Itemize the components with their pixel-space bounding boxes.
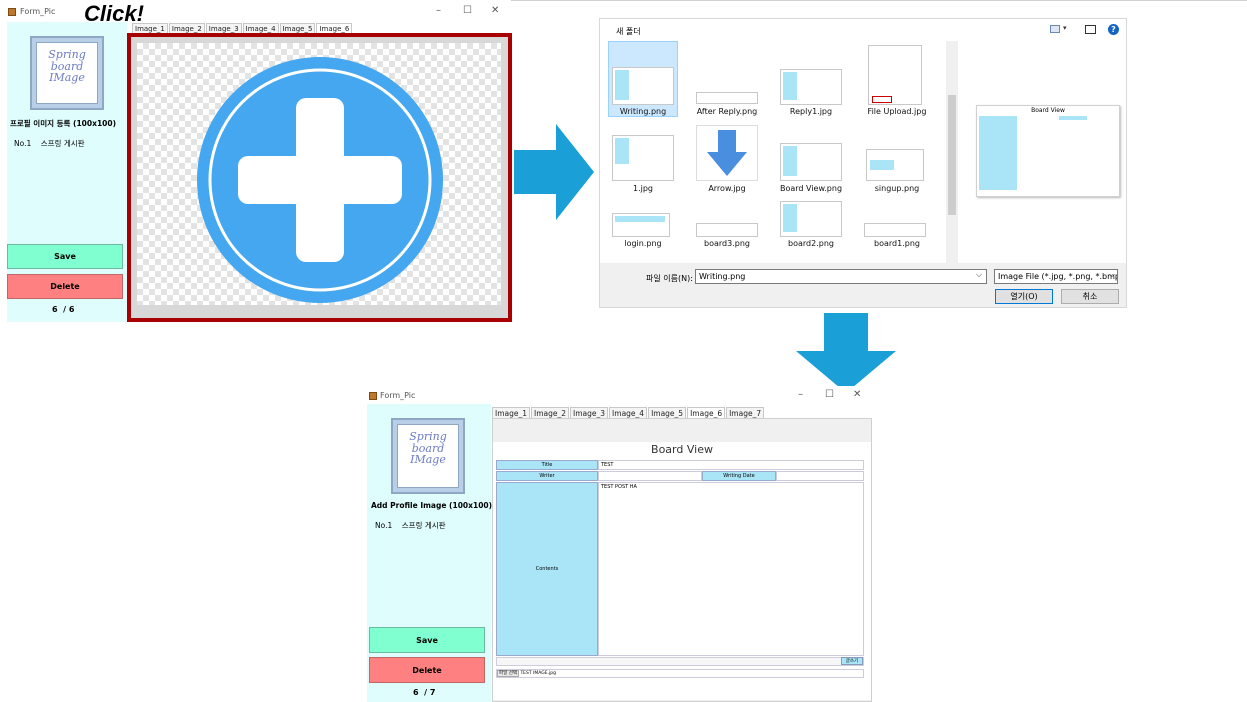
- file-name-reply1[interactable]: Reply1.jpg: [776, 107, 846, 116]
- logo-line-3: IMage: [49, 71, 85, 85]
- file-thumb-reply1[interactable]: [780, 69, 842, 105]
- profile-image: Spring board IMage: [30, 36, 104, 110]
- click-annotation: Click!: [84, 1, 144, 26]
- logo-line-3: IMage: [410, 453, 446, 467]
- close-icon[interactable]: ✕: [491, 5, 499, 16]
- writing-date-value: [776, 471, 864, 481]
- delete-button[interactable]: Delete: [7, 274, 123, 299]
- writing-date-label: Writing Date: [702, 471, 776, 481]
- new-folder-button[interactable]: 새 폴더: [616, 26, 641, 37]
- file-thumb-file-upload[interactable]: [868, 45, 922, 105]
- maximize-icon[interactable]: ☐: [463, 5, 472, 16]
- profile-label: 프로필 이미지 등록 (100x100): [10, 119, 117, 128]
- chevron-down-icon[interactable]: ▾: [1063, 24, 1067, 32]
- choose-file-button[interactable]: 파일 선택: [497, 670, 519, 677]
- file-name-board-view[interactable]: Board View.png: [776, 184, 846, 193]
- profile-image: Spring board IMage: [391, 418, 465, 494]
- page-counter: 6 / 6: [52, 305, 75, 314]
- board-view-title: Board View: [651, 443, 713, 456]
- info-line: No.1 스프링 게시판: [375, 521, 446, 530]
- help-icon[interactable]: ?: [1108, 24, 1119, 35]
- image-display-area[interactable]: Board View Title TEST Writer Writing Dat…: [492, 418, 872, 702]
- preview-title: Board View: [1031, 107, 1065, 114]
- file-name-board1[interactable]: board1.png: [862, 239, 932, 248]
- image-upload-area[interactable]: [127, 33, 512, 322]
- filename-label: 파일 이름(N):: [646, 274, 693, 283]
- file-name-board2[interactable]: board2.png: [776, 239, 846, 248]
- file-row: 파일 선택 TEST IMAGE.jpg: [496, 669, 864, 678]
- file-name-after-reply[interactable]: After Reply.png: [692, 107, 762, 116]
- file-name-arrow[interactable]: Arrow.jpg: [692, 184, 762, 193]
- file-thumb-after-reply[interactable]: [696, 92, 758, 104]
- preview-pane-icon[interactable]: [1085, 25, 1096, 34]
- file-name-writing[interactable]: Writing.png: [608, 107, 678, 116]
- window-title: Form_Pic: [20, 7, 56, 16]
- file-name-login[interactable]: login.png: [608, 239, 678, 248]
- plus-circle-icon[interactable]: [195, 55, 445, 305]
- file-name-board3[interactable]: board3.png: [692, 239, 762, 248]
- filter-dropdown-icon[interactable]: ⌵: [1109, 270, 1115, 280]
- arrow-down-icon: [796, 313, 896, 393]
- window-title: Form_Pic: [380, 391, 416, 400]
- file-thumb-arrow[interactable]: [696, 125, 758, 181]
- preview-sidebar: [979, 116, 1017, 190]
- file-name-1[interactable]: 1.jpg: [608, 184, 678, 193]
- writer-value: [598, 471, 702, 481]
- title-label: Title: [496, 460, 598, 470]
- title-value: TEST: [598, 460, 864, 470]
- minimize-icon[interactable]: –: [798, 389, 803, 400]
- content-value: TEST POST HA: [598, 482, 864, 656]
- save-button[interactable]: Save: [369, 627, 485, 653]
- dialog-footer: 파일 이름(N): Writing.png ⌵ Image File (*.jp…: [600, 263, 1126, 307]
- app-icon: [369, 392, 377, 400]
- preview-pane: Board View: [976, 105, 1120, 197]
- contents-label: Contents: [496, 482, 598, 656]
- cancel-button[interactable]: 취소: [1061, 289, 1119, 304]
- form-pic-window-before: Form_Pic – ☐ ✕ Spring board IMage 프로필 이미…: [0, 0, 512, 322]
- writer-label: Writer: [496, 471, 598, 481]
- minimize-icon[interactable]: –: [436, 5, 441, 16]
- logo-line-1: Spring: [409, 430, 447, 443]
- file-open-dialog: 새 폴더 ▾ ? Writing.png After Reply.png Rep…: [599, 18, 1127, 308]
- logo-line-1: Spring: [48, 48, 86, 61]
- maximize-icon[interactable]: ☐: [825, 389, 834, 400]
- open-button[interactable]: 열기(O): [995, 289, 1053, 304]
- delete-button[interactable]: Delete: [369, 657, 485, 683]
- file-thumb-board3[interactable]: [696, 223, 758, 237]
- view-options-icon[interactable]: [1050, 25, 1060, 33]
- file-name-file-upload[interactable]: File Upload.jpg: [862, 107, 932, 116]
- file-thumb-1[interactable]: [612, 135, 674, 181]
- form-pic-window-after: Form_Pic – ☐ ✕ Spring board IMage Add Pr…: [364, 386, 872, 702]
- arrow-right-icon: [514, 124, 594, 220]
- submit-button[interactable]: 글쓰기: [841, 657, 863, 665]
- file-name-value: TEST IMAGE.jpg: [520, 671, 556, 676]
- file-thumb-board-view[interactable]: [780, 143, 842, 181]
- file-thumb-singup[interactable]: [866, 149, 924, 181]
- save-button[interactable]: Save: [7, 244, 123, 269]
- button-row: [496, 657, 864, 666]
- file-thumb-board2[interactable]: [780, 201, 842, 237]
- info-line: No.1 스프링 게시판: [14, 139, 85, 148]
- filename-input[interactable]: Writing.png: [695, 269, 987, 284]
- preview-header-cell: [1059, 116, 1087, 120]
- file-thumb-login[interactable]: [612, 213, 670, 237]
- file-type-filter[interactable]: Image File (*.jpg, *.png, *.bmp: [994, 269, 1118, 284]
- app-icon: [8, 8, 16, 16]
- file-name-singup[interactable]: singup.png: [862, 184, 932, 193]
- scrollbar-thumb[interactable]: [948, 95, 956, 215]
- file-thumb-writing[interactable]: [612, 67, 674, 105]
- profile-label: Add Profile Image (100x100): [371, 501, 493, 510]
- file-list-scrollbar[interactable]: [946, 41, 958, 263]
- file-thumb-board1[interactable]: [864, 223, 926, 237]
- filename-dropdown-icon[interactable]: ⌵: [976, 270, 982, 280]
- close-icon[interactable]: ✕: [853, 389, 861, 400]
- page-counter: 6 / 7: [413, 688, 436, 697]
